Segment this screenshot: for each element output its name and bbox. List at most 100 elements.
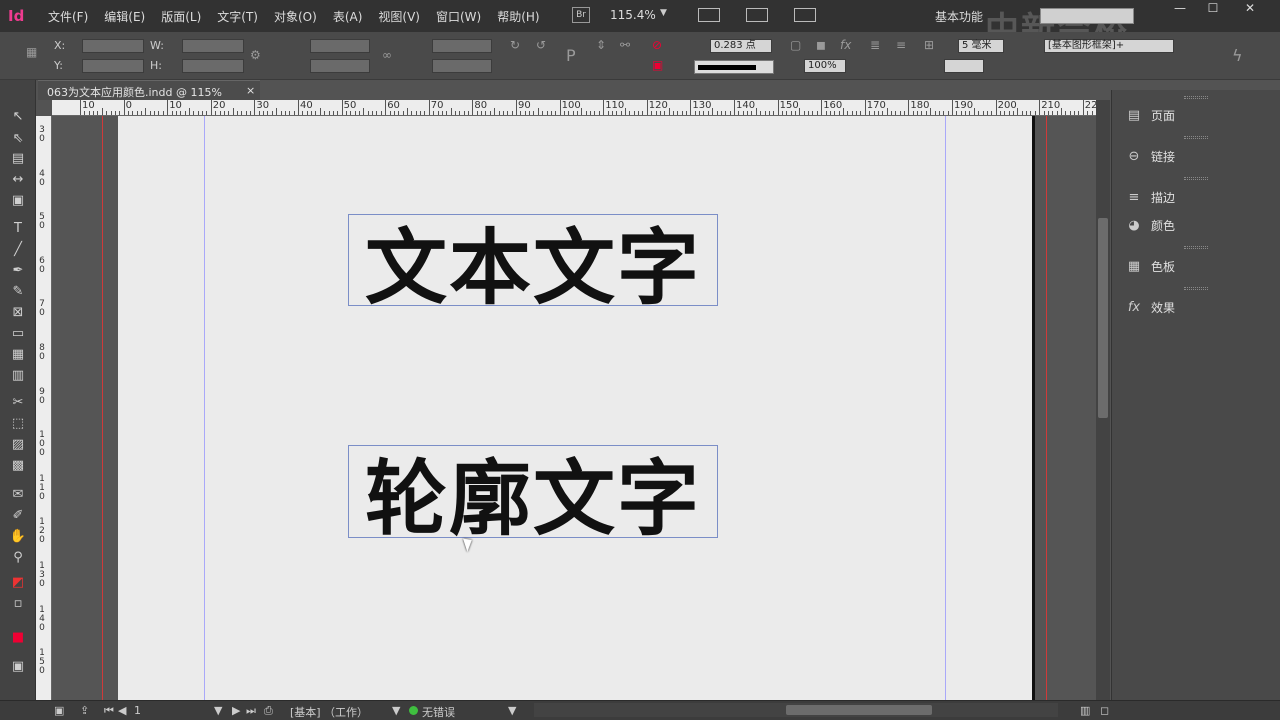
text-frame-outline[interactable]: 轮廓文字 <box>348 445 718 538</box>
rotate-ccw-icon[interactable]: ↺ <box>536 38 546 52</box>
flip-vertical-icon[interactable]: ⇕ <box>596 38 606 52</box>
panel-pages[interactable]: ▤ 页面 <box>1112 99 1280 131</box>
page-dropdown-icon[interactable]: ▼ <box>214 704 222 717</box>
zoom-level[interactable]: 115.4% <box>610 8 656 22</box>
eyedropper-tool-icon[interactable]: ✐ <box>8 507 28 525</box>
reference-point-icon[interactable]: ▦ <box>26 45 37 59</box>
frame-fitting-icon[interactable]: ▢ <box>790 38 801 52</box>
screen-mode-tool-icon[interactable]: ▣ <box>8 658 28 676</box>
quick-apply-icon[interactable]: ϟ <box>1232 46 1243 65</box>
pencil-tool-icon[interactable]: ✎ <box>8 283 28 301</box>
horizontal-scrollbar[interactable] <box>534 703 1058 717</box>
panel-effects[interactable]: fx 效果 <box>1112 291 1280 323</box>
next-page-icon[interactable]: ▶ <box>232 704 240 717</box>
pasteboard[interactable]: 文本文字 轮廓文字 <box>52 116 1096 700</box>
rectangle-frame-tool-icon[interactable]: ⊠ <box>8 304 28 322</box>
stroke-weight-field[interactable]: 0.283 点 <box>710 39 772 53</box>
prev-page-icon[interactable]: ◀ <box>118 704 126 717</box>
line-tool-icon[interactable]: ╱ <box>8 241 28 259</box>
text-wrap-icon[interactable]: P <box>566 46 576 65</box>
screen-mode-icon[interactable] <box>746 8 768 22</box>
panel-color[interactable]: ◕ 颜色 <box>1112 209 1280 241</box>
selection-tool-icon[interactable]: ↖ <box>8 108 28 126</box>
menu-table[interactable]: 表(A) <box>333 8 363 25</box>
help-search-input[interactable] <box>1040 8 1134 24</box>
gradient-feather-tool-icon[interactable]: ▩ <box>8 457 28 475</box>
scale-y-field[interactable] <box>310 59 370 73</box>
fill-stroke-icon[interactable]: ◩ <box>8 574 28 592</box>
vertical-scrollbar[interactable] <box>1096 100 1110 700</box>
stroke-type-dropdown[interactable] <box>694 60 774 74</box>
mode-dropdown-icon[interactable]: ▼ <box>392 704 400 717</box>
preflight-status[interactable]: 无错误 <box>422 704 455 720</box>
share-icon[interactable]: ⇪ <box>80 704 89 717</box>
corner-icon[interactable]: ◻ <box>1100 704 1109 717</box>
distribute-icon[interactable]: ≡ <box>896 38 906 52</box>
vertical-scroll-thumb[interactable] <box>1098 218 1108 418</box>
shear-field[interactable] <box>432 59 492 73</box>
close-tab-icon[interactable]: × <box>246 84 255 97</box>
menu-layout[interactable]: 版面(L) <box>161 8 201 25</box>
document-tab[interactable]: 063为文本应用颜色.indd @ 115% × <box>38 80 260 100</box>
frame-style-swatch[interactable] <box>944 59 984 73</box>
h-field[interactable] <box>182 59 244 73</box>
effects-icon[interactable]: fx <box>840 38 851 52</box>
page-number-field[interactable]: 1 <box>134 704 141 717</box>
menu-edit[interactable]: 编辑(E) <box>104 8 145 25</box>
select-container-icon[interactable]: ⚯ <box>620 38 630 52</box>
frame-grid-tool-icon[interactable]: ▥ <box>8 367 28 385</box>
link-icon[interactable]: ∞ <box>382 48 392 62</box>
zoom-dropdown-icon[interactable]: ▼ <box>660 8 667 18</box>
page-tool-icon[interactable]: ▤ <box>8 150 28 168</box>
type-tool-icon[interactable]: T <box>8 220 28 238</box>
formatting-container-icon[interactable]: ▫ <box>8 595 28 613</box>
panel-grip[interactable] <box>1184 177 1208 180</box>
rotate-cw-icon[interactable]: ↻ <box>510 38 520 52</box>
gap-tool-icon[interactable]: ↔ <box>8 171 28 189</box>
scissors-tool-icon[interactable]: ✂ <box>8 394 28 412</box>
bridge-button[interactable]: Br <box>572 7 590 23</box>
workspace-switcher[interactable]: 基本功能 <box>935 8 983 25</box>
close-button[interactable]: ✕ <box>1234 0 1266 16</box>
vertical-ruler[interactable]: 30 40 50 60 70 80 90 100 110 120 130 140 150 <box>36 116 52 700</box>
menu-window[interactable]: 窗口(W) <box>436 8 481 25</box>
constrain-proportions-icon[interactable]: ⚙ <box>250 48 261 62</box>
grid-tool-icon[interactable]: ▦ <box>8 346 28 364</box>
shadow-icon[interactable]: ◼ <box>816 38 826 52</box>
unit-field[interactable]: 5 毫米 <box>958 39 1004 53</box>
direct-selection-tool-icon[interactable]: ⇖ <box>8 130 28 148</box>
horizontal-ruler[interactable]: 10 0 10 20 30 40 50 60 70 80 90 100 110 120 130 140 150 1… <box>52 100 1096 116</box>
maximize-button[interactable]: ☐ <box>1197 0 1229 16</box>
x-field[interactable] <box>82 39 144 53</box>
last-page-icon[interactable]: ⏭ <box>246 704 256 718</box>
rectangle-tool-icon[interactable]: ▭ <box>8 325 28 343</box>
menu-help[interactable]: 帮助(H) <box>497 8 539 25</box>
fill-none-icon[interactable]: ⊘ <box>652 38 662 52</box>
panel-links[interactable]: ⊖ 链接 <box>1112 140 1280 172</box>
arrange-documents-icon[interactable] <box>794 8 816 22</box>
horizontal-scroll-thumb[interactable] <box>786 705 932 715</box>
scale-x-field[interactable] <box>310 39 370 53</box>
panel-grip[interactable] <box>1184 246 1208 249</box>
panel-grip[interactable] <box>1184 136 1208 139</box>
note-tool-icon[interactable]: ✉ <box>8 486 28 504</box>
menu-file[interactable]: 文件(F) <box>48 8 88 25</box>
apply-color-icon[interactable]: ■ <box>8 629 28 647</box>
opacity-field[interactable]: 100% <box>804 59 846 73</box>
split-view-icon[interactable]: ▥ <box>1080 704 1090 717</box>
free-transform-tool-icon[interactable]: ⬚ <box>8 415 28 433</box>
object-style-dropdown[interactable]: [基本图形框架]+ <box>1044 39 1174 53</box>
pen-tool-icon[interactable]: ✒ <box>8 262 28 280</box>
stroke-color-icon[interactable]: ▣ <box>652 58 663 72</box>
zoom-tool-icon[interactable]: ⚲ <box>8 549 28 567</box>
menu-object[interactable]: 对象(O) <box>274 8 317 25</box>
y-field[interactable] <box>82 59 144 73</box>
gradient-swatch-tool-icon[interactable]: ▨ <box>8 436 28 454</box>
menu-view[interactable]: 视图(V) <box>378 8 420 25</box>
document-page[interactable]: 文本文字 轮廓文字 <box>118 116 1035 700</box>
content-collector-icon[interactable]: ▣ <box>8 192 28 210</box>
w-field[interactable] <box>182 39 244 53</box>
fitting-icon[interactable]: ⊞ <box>924 38 934 52</box>
rotation-field[interactable] <box>432 39 492 53</box>
panel-grip[interactable] <box>1184 287 1208 290</box>
